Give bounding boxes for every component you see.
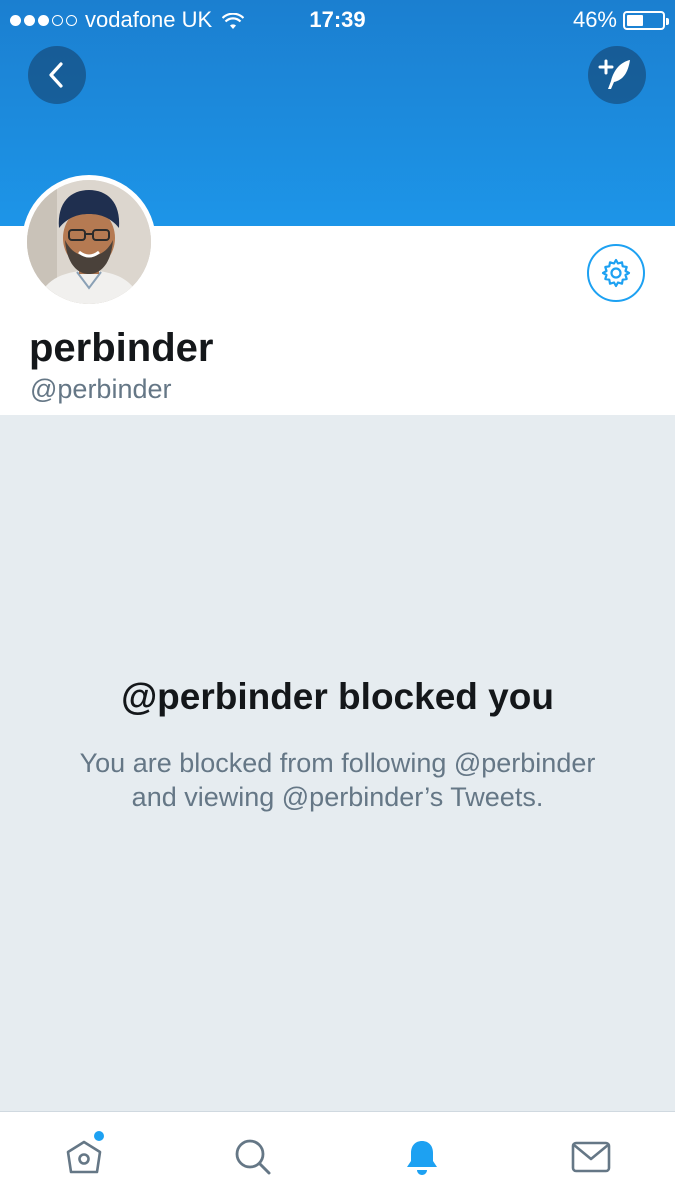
tab-home[interactable] xyxy=(0,1112,168,1200)
search-icon xyxy=(235,1139,271,1174)
battery-icon xyxy=(623,10,669,30)
back-button[interactable] xyxy=(28,46,86,104)
chevron-left-icon xyxy=(49,62,63,88)
profile-handle: @perbinder xyxy=(30,374,172,404)
profile-display-name: perbinder xyxy=(29,326,214,370)
status-right: 46% xyxy=(572,7,669,33)
blocked-title: @perbinder blocked you xyxy=(121,676,554,717)
avatar-photo xyxy=(27,180,151,304)
tab-messages[interactable] xyxy=(507,1112,675,1200)
blocked-description: You are blocked from following @perbinde… xyxy=(79,748,596,812)
profile-settings-button[interactable] xyxy=(587,244,645,302)
tab-notifications[interactable] xyxy=(338,1112,506,1200)
home-icon xyxy=(66,1140,102,1173)
battery-percent: 46% xyxy=(572,7,617,32)
envelope-icon xyxy=(571,1141,611,1172)
tab-search[interactable] xyxy=(169,1112,337,1200)
tab-bar xyxy=(0,1111,675,1200)
gear-icon xyxy=(601,258,631,288)
avatar[interactable] xyxy=(22,175,156,309)
status-bar: vodafone UK 17:39 46% xyxy=(0,0,675,40)
compose-tweet-button[interactable] xyxy=(588,46,646,104)
unread-dot xyxy=(94,1131,104,1141)
bell-icon xyxy=(407,1140,437,1175)
compose-tweet-icon xyxy=(598,59,630,89)
